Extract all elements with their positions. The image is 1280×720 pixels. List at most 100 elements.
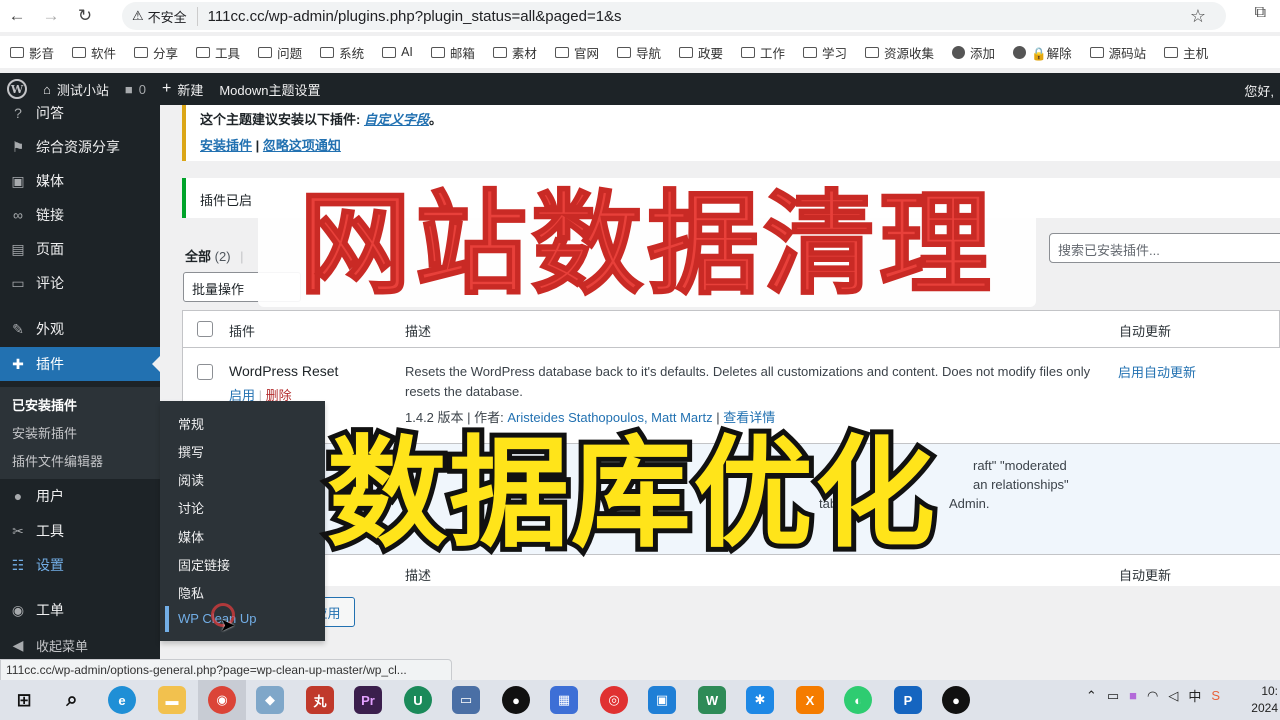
flyout-item-permalinks[interactable]: 固定链接 (178, 555, 230, 574)
bookmark-label: 问题 (277, 46, 303, 61)
dismiss-notice-link[interactable]: 忽略这项通知 (263, 138, 341, 153)
new-label: 新建 (177, 82, 204, 98)
file-explorer-icon[interactable]: ▬ (158, 686, 186, 714)
menu-item-users[interactable]: ● 用户 (0, 479, 160, 513)
menu-item-tickets[interactable]: ◉ 工单 (0, 593, 160, 627)
bookmark-item[interactable]: 工具 (196, 43, 240, 62)
submenu-installed-plugins[interactable]: 已安装插件 (12, 395, 77, 414)
bookmark-item[interactable]: 素材 (492, 43, 537, 62)
flyout-item-media[interactable]: 媒体 (178, 527, 204, 546)
forward-button[interactable]: → (34, 0, 68, 32)
menu-item-plugins[interactable]: ✚ 插件 (0, 347, 160, 381)
app-icon[interactable]: 丸 (306, 686, 334, 714)
bookmark-item[interactable]: 导航 (616, 43, 661, 62)
custom-fields-link[interactable]: 自定义字段 (364, 112, 429, 127)
plugin-search-input[interactable]: 搜索已安装插件... (1049, 233, 1280, 263)
column-header-plugin[interactable]: 插件 (229, 321, 255, 340)
search-icon[interactable]: ⌕ (58, 686, 86, 714)
theme-settings-link[interactable]: Modown主题设置 (219, 80, 320, 99)
extensions-icon[interactable]: ⧉ (1255, 4, 1266, 22)
bookmark-item[interactable]: 源码站 (1089, 43, 1146, 62)
wechat-icon[interactable]: ◐ (844, 686, 872, 714)
flyout-item-privacy[interactable]: 隐私 (178, 583, 204, 602)
sogou-icon[interactable]: S (1211, 688, 1220, 703)
flyout-item-writing[interactable]: 撰写 (178, 442, 204, 461)
menu-item-links[interactable]: ∞ 链接 (0, 198, 160, 232)
battery-icon[interactable]: ▭ (1107, 688, 1119, 704)
chevron-up-icon[interactable]: ⌃ (1086, 688, 1097, 704)
menu-item-tools[interactable]: ✂ 工具 (0, 514, 160, 548)
bookmark-item[interactable]: 添加 (952, 43, 995, 62)
select-all-checkbox[interactable] (197, 321, 213, 337)
comments-link[interactable]: ■ 0 (125, 82, 146, 97)
menu-label: 工具 (36, 523, 64, 539)
flyout-item-general[interactable]: 常规 (178, 414, 204, 433)
address-bar[interactable]: ⚠ 不安全 111cc.cc/wp-admin/plugins.php?plug… (122, 2, 1226, 30)
bookmark-item[interactable]: 系统 (320, 43, 364, 62)
bookmark-item[interactable]: 官网 (554, 43, 599, 62)
security-indicator[interactable]: ⚠ 不安全 (132, 6, 198, 26)
bookmark-item[interactable]: 工作 (740, 43, 785, 62)
filter-all[interactable]: 全部 (2) | (185, 246, 244, 265)
bookmark-item[interactable]: 软件 (72, 43, 116, 62)
install-plugins-link[interactable]: 安装插件 (200, 138, 252, 153)
menu-label: 链接 (36, 207, 64, 223)
system-clock[interactable]: 10: 2024 (1251, 683, 1278, 717)
app-icon[interactable]: ▭ (452, 686, 480, 714)
app-icon[interactable]: U (404, 686, 432, 714)
submenu-plugin-editor[interactable]: 插件文件编辑器 (12, 451, 103, 470)
reload-button[interactable]: ↻ (68, 0, 102, 32)
bookmark-item[interactable]: 资源收集 (865, 43, 934, 62)
menu-item-resources[interactable]: ⚑ 综合资源分享 (0, 130, 160, 164)
new-content-link[interactable]: + 新建 (162, 80, 203, 99)
edge-browser-icon[interactable]: e (108, 686, 136, 714)
record-icon[interactable]: ● (502, 686, 530, 714)
wifi-icon[interactable]: ◠ (1147, 688, 1158, 704)
bookmark-item[interactable]: 问题 (258, 43, 302, 62)
bookmark-item[interactable]: 邮箱 (430, 43, 475, 62)
menu-item-qa[interactable]: ? 问答 (0, 96, 160, 130)
app-tray-icon[interactable]: ■ (1129, 688, 1137, 703)
volume-icon[interactable]: ◁ (1168, 688, 1178, 704)
flyout-item-reading[interactable]: 阅读 (178, 470, 204, 489)
menu-collapse[interactable]: ◀ 收起菜单 (0, 628, 160, 662)
submenu-add-new-plugin[interactable]: 安装新插件 (12, 423, 77, 442)
bookmark-item[interactable]: 分享 (134, 43, 178, 62)
premiere-icon[interactable]: Pr (354, 686, 382, 714)
folder-icon (678, 46, 693, 58)
bookmark-item[interactable]: 主机 (1164, 43, 1208, 62)
record-icon[interactable]: ● (942, 686, 970, 714)
flyout-item-discussion[interactable]: 讨论 (178, 498, 204, 517)
app-icon[interactable]: W (698, 686, 726, 714)
row-checkbox[interactable] (197, 364, 213, 380)
app-icon[interactable]: ▦ (550, 686, 578, 714)
back-button[interactable]: ← (0, 0, 34, 32)
app-icon[interactable]: ✱ (746, 686, 774, 714)
theme-settings-label: Modown主题设置 (219, 82, 321, 98)
account-greeting[interactable]: 您好, (1244, 81, 1274, 100)
app-icon[interactable]: X (796, 686, 824, 714)
bookmark-item[interactable]: 🔒解除 (1013, 43, 1072, 62)
menu-item-appearance[interactable]: ✎ 外观 (0, 312, 160, 346)
comments-count: 0 (138, 81, 146, 97)
menu-item-settings[interactable]: ☷ 设置 (0, 548, 160, 582)
start-button-icon[interactable]: ⊞ (10, 686, 38, 714)
menu-item-media[interactable]: ▣ 媒体 (0, 164, 160, 198)
bookmark-item[interactable]: AI (382, 45, 413, 59)
bookmark-star-icon[interactable]: ☆ (1190, 6, 1206, 27)
menu-item-pages[interactable]: ▤ 页面 (0, 232, 160, 266)
bookmark-label: 工作 (759, 46, 785, 61)
app-icon[interactable]: P (894, 686, 922, 714)
app-icon[interactable]: ▣ (648, 686, 676, 714)
input-language[interactable]: 中 (1188, 686, 1201, 705)
folder-icon (196, 46, 211, 58)
chrome-browser-icon[interactable]: ◉ (208, 686, 236, 714)
menu-item-comments[interactable]: ▭ 评论 (0, 266, 160, 300)
menu-label: 设置 (36, 557, 64, 573)
app-icon[interactable]: ◎ (600, 686, 628, 714)
app-icon[interactable]: ◆ (256, 686, 284, 714)
enable-auto-update-link[interactable]: 启用自动更新 (1118, 362, 1196, 381)
bookmark-item[interactable]: 政要 (678, 43, 723, 62)
bookmark-item[interactable]: 影音 (10, 43, 54, 62)
bookmark-item[interactable]: 学习 (803, 43, 847, 62)
